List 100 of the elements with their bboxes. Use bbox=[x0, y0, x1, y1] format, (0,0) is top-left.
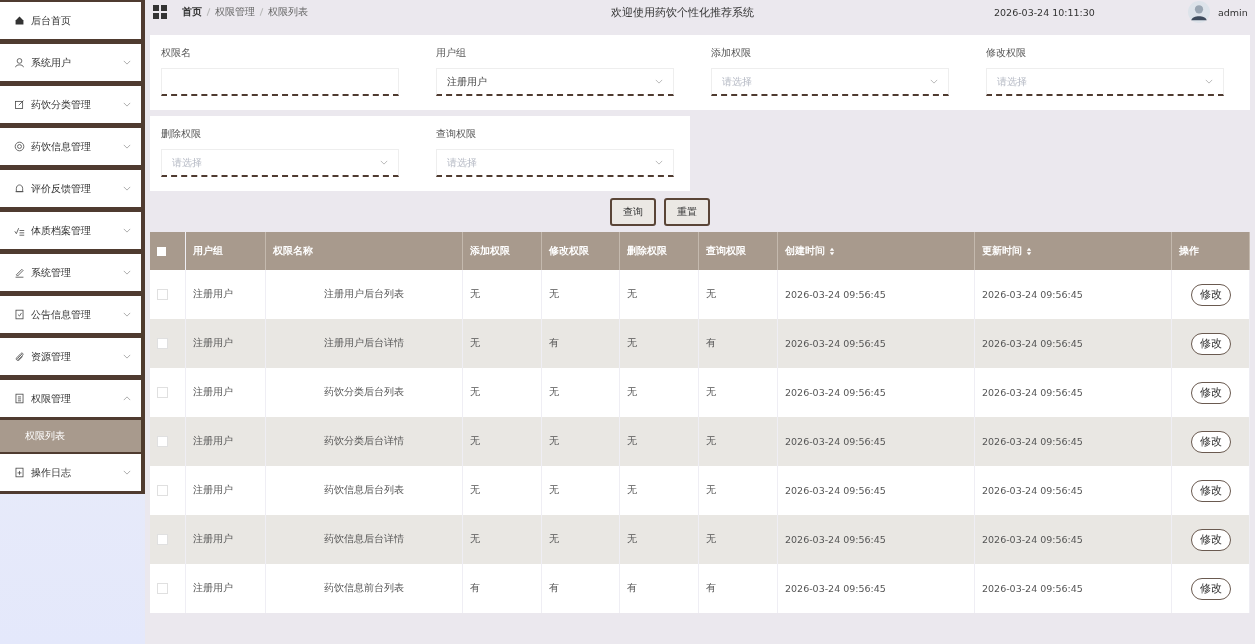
checklist-icon bbox=[14, 225, 25, 236]
table-cell: 2026-03-24 09:56:45 bbox=[785, 485, 886, 496]
column-header: 操作 bbox=[1179, 244, 1199, 258]
table-cell: 注册用户 bbox=[193, 484, 233, 497]
table-cell: 无 bbox=[470, 435, 480, 448]
edit-button[interactable]: 修改 bbox=[1190, 332, 1231, 355]
table-cell: 无 bbox=[627, 484, 637, 497]
checkbox[interactable] bbox=[157, 387, 168, 398]
sort-icon[interactable] bbox=[1026, 246, 1032, 256]
edit-button[interactable]: 修改 bbox=[1190, 479, 1231, 502]
sidebar-item[interactable]: 权限管理 bbox=[0, 378, 145, 420]
checkbox[interactable] bbox=[157, 485, 168, 496]
bell-icon bbox=[14, 183, 25, 194]
system-title: 欢迎使用药饮个性化推荐系统 bbox=[609, 4, 755, 20]
table-cell: 有 bbox=[470, 582, 480, 595]
sidebar-item[interactable]: 体质档案管理 bbox=[0, 210, 145, 252]
table-cell: 注册用户 bbox=[193, 288, 233, 301]
sidebar-item[interactable]: 药饮分类管理 bbox=[0, 84, 145, 126]
field-label: 查询权限 bbox=[436, 128, 477, 141]
table-cell: 药饮分类后台详情 bbox=[324, 435, 404, 448]
sidebar-item[interactable]: 操作日志 bbox=[0, 452, 145, 494]
table-cell: 注册用户 bbox=[193, 386, 233, 399]
chevron-down-icon bbox=[380, 160, 388, 165]
checkbox[interactable] bbox=[157, 338, 168, 349]
chevron-down-icon bbox=[123, 354, 131, 359]
chevron-down-icon bbox=[123, 470, 131, 475]
checkbox[interactable] bbox=[157, 583, 168, 594]
chevron-down-icon bbox=[123, 270, 131, 275]
table-cell: 无 bbox=[549, 288, 559, 301]
select-field[interactable]: 注册用户 bbox=[436, 68, 674, 96]
search-button[interactable]: 查询 bbox=[610, 198, 656, 226]
table-cell: 2026-03-24 09:56:45 bbox=[785, 338, 886, 349]
table-cell: 有 bbox=[627, 582, 637, 595]
column-header: 更新时间 bbox=[982, 244, 1022, 258]
table-cell: 无 bbox=[470, 533, 480, 546]
column-header: 创建时间 bbox=[785, 244, 825, 258]
table-cell: 有 bbox=[706, 582, 716, 595]
breadcrumb-link[interactable]: 首页 bbox=[182, 5, 202, 19]
table-cell: 药饮信息前台列表 bbox=[324, 582, 404, 595]
field-label: 修改权限 bbox=[986, 47, 1027, 60]
sidebar-item[interactable]: 评价反馈管理 bbox=[0, 168, 145, 210]
chevron-down-icon bbox=[123, 312, 131, 317]
sidebar-item[interactable]: 系统管理 bbox=[0, 252, 145, 294]
table-cell: 有 bbox=[549, 337, 559, 350]
column-header: 添加权限 bbox=[470, 244, 510, 258]
username-text[interactable]: admin bbox=[1217, 6, 1248, 18]
input-field[interactable] bbox=[161, 68, 399, 96]
checkbox[interactable] bbox=[157, 246, 166, 256]
edit-button[interactable]: 修改 bbox=[1190, 577, 1231, 600]
reset-button[interactable]: 重置 bbox=[664, 198, 710, 226]
edit-button[interactable]: 修改 bbox=[1190, 283, 1231, 306]
table-cell: 无 bbox=[706, 288, 716, 301]
table-cell: 2026-03-24 09:56:45 bbox=[982, 338, 1083, 349]
field-label: 添加权限 bbox=[711, 47, 752, 60]
sidebar-item[interactable]: 公告信息管理 bbox=[0, 294, 145, 336]
chevron-down-icon bbox=[655, 160, 663, 165]
grid-icon[interactable] bbox=[153, 5, 167, 19]
table-cell: 2026-03-24 09:56:45 bbox=[785, 534, 886, 545]
chevron-down-icon bbox=[123, 102, 131, 107]
edit-button[interactable]: 修改 bbox=[1190, 430, 1231, 453]
sidebar-item[interactable]: 资源管理 bbox=[0, 336, 145, 378]
edit-button[interactable]: 修改 bbox=[1190, 381, 1231, 404]
sidebar-item[interactable]: 系统用户 bbox=[0, 42, 145, 84]
datetime-text: 2026-03-24 10:11:30 bbox=[994, 6, 1095, 18]
table-cell: 2026-03-24 09:56:45 bbox=[785, 583, 886, 594]
table-cell: 注册用户 bbox=[193, 435, 233, 448]
table-cell: 有 bbox=[549, 582, 559, 595]
table-cell: 2026-03-24 09:56:45 bbox=[982, 289, 1083, 300]
table-cell: 无 bbox=[549, 435, 559, 448]
home-icon bbox=[14, 15, 25, 26]
edit-button[interactable]: 修改 bbox=[1190, 528, 1231, 551]
document-plus-icon bbox=[14, 467, 25, 478]
table-cell: 2026-03-24 09:56:45 bbox=[785, 387, 886, 398]
table-cell: 无 bbox=[706, 533, 716, 546]
table-cell: 无 bbox=[470, 288, 480, 301]
table-cell: 无 bbox=[627, 337, 637, 350]
sidebar-item[interactable]: 后台首页 bbox=[0, 0, 145, 42]
checkbox[interactable] bbox=[157, 436, 168, 447]
breadcrumb-link[interactable]: 权限列表 bbox=[268, 5, 308, 19]
document-icon bbox=[14, 393, 25, 404]
table-cell: 2026-03-24 09:56:45 bbox=[785, 289, 886, 300]
table-cell: 无 bbox=[627, 288, 637, 301]
breadcrumb-link[interactable]: 权限管理 bbox=[215, 5, 255, 19]
avatar-icon[interactable] bbox=[1187, 1, 1210, 23]
sort-icon[interactable] bbox=[829, 246, 835, 256]
table-cell: 无 bbox=[470, 337, 480, 350]
table-cell: 2026-03-24 09:56:45 bbox=[785, 436, 886, 447]
column-header: 删除权限 bbox=[627, 244, 667, 258]
checkbox[interactable] bbox=[157, 289, 168, 300]
table-cell: 无 bbox=[470, 484, 480, 497]
chevron-down-icon bbox=[123, 186, 131, 191]
table-cell: 注册用户 bbox=[193, 582, 233, 595]
chevron-down-icon bbox=[123, 144, 131, 149]
chevron-down-icon bbox=[655, 79, 663, 84]
table-cell: 药饮分类后台列表 bbox=[324, 386, 404, 399]
user-icon bbox=[14, 57, 25, 68]
chevron-down-icon bbox=[1205, 79, 1213, 84]
checkbox[interactable] bbox=[157, 534, 168, 545]
sidebar-item[interactable]: 药饮信息管理 bbox=[0, 126, 145, 168]
table-cell: 2026-03-24 09:56:45 bbox=[982, 436, 1083, 447]
